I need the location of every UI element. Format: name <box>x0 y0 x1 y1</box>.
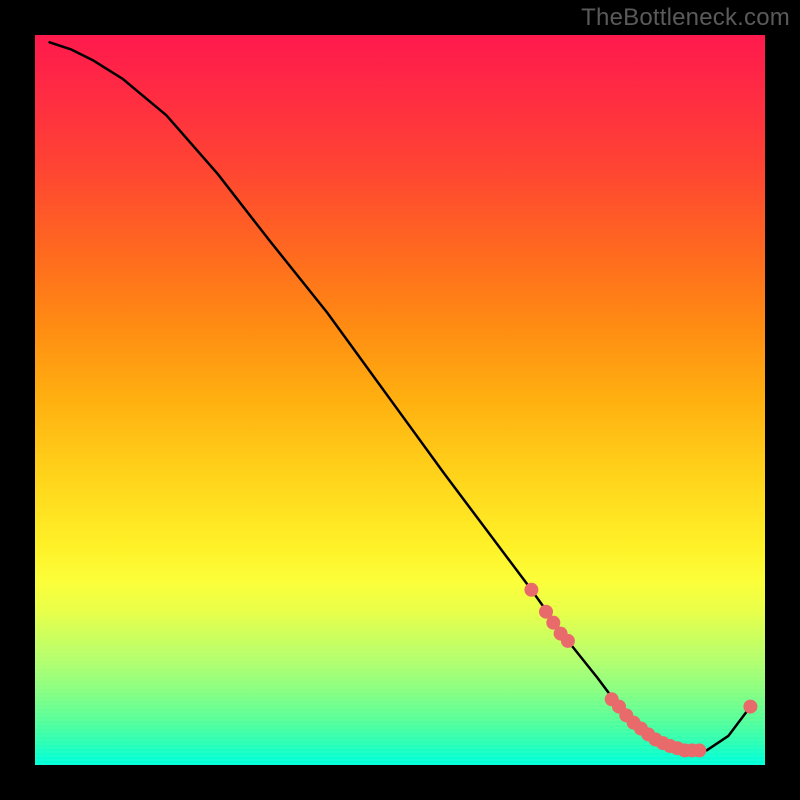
bottleneck-curve <box>50 42 751 750</box>
data-point-marker <box>692 743 706 757</box>
watermark-text: TheBottleneck.com <box>581 4 790 32</box>
chart-frame: TheBottleneck.com <box>0 0 800 800</box>
data-point-marker <box>743 700 757 714</box>
plot-area <box>35 35 765 765</box>
data-point-marker <box>524 583 538 597</box>
plot-svg <box>35 35 765 765</box>
highlighted-points-group <box>524 583 757 758</box>
data-point-marker <box>561 634 575 648</box>
